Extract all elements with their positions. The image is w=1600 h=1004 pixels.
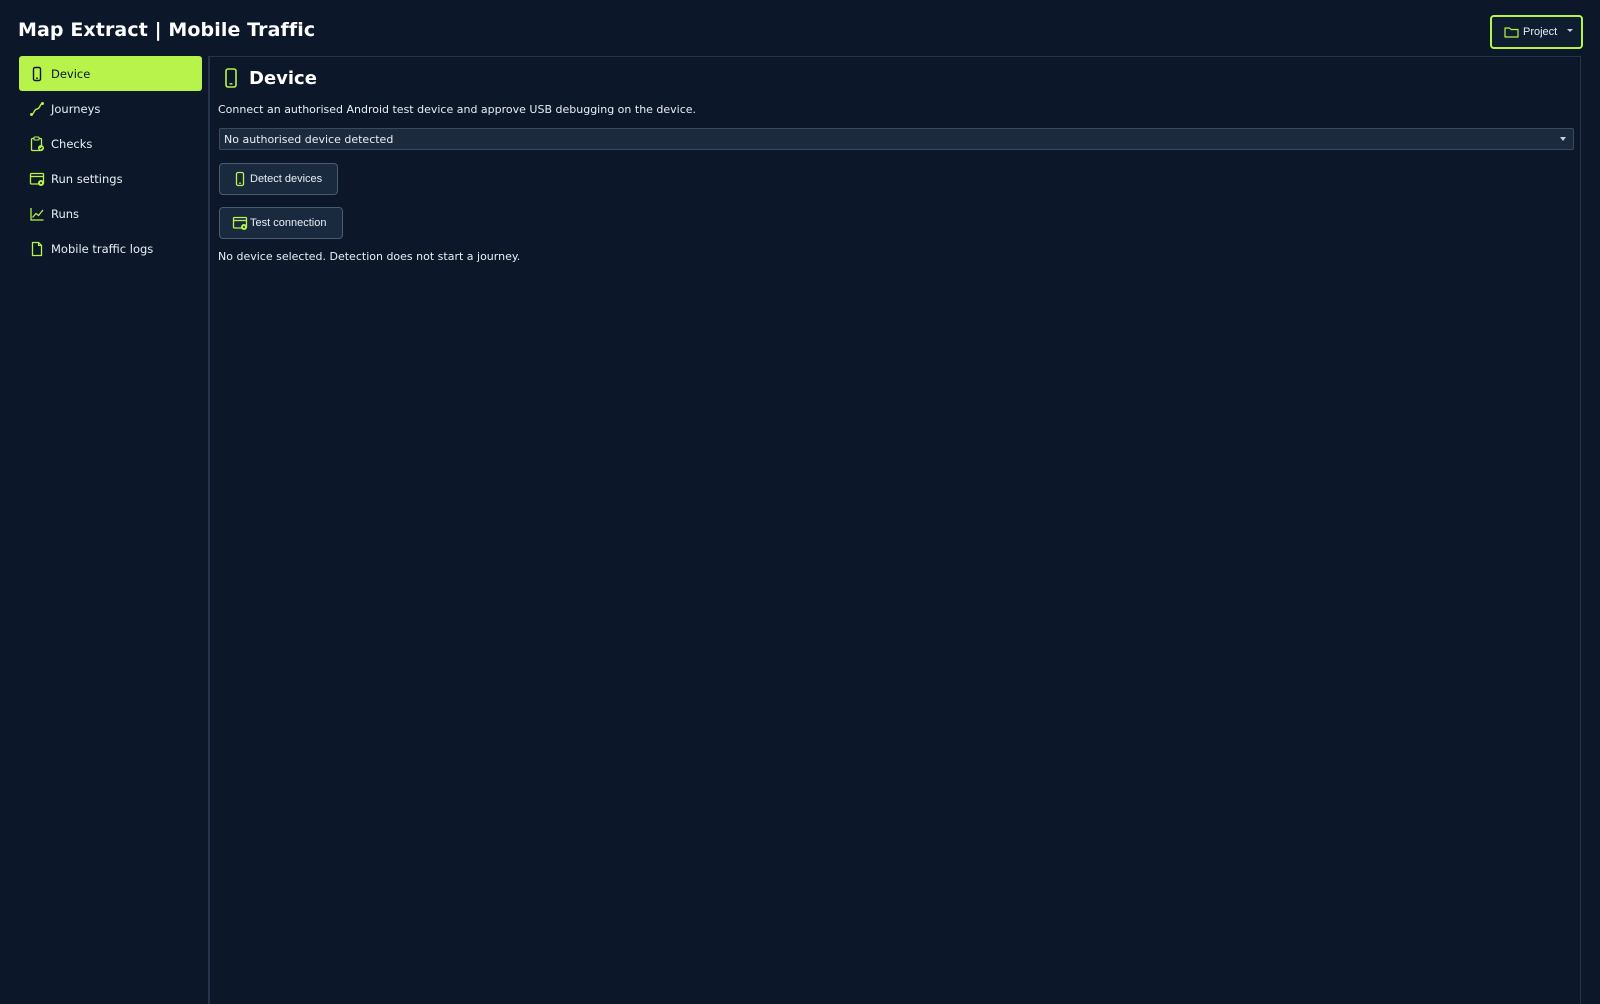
- phone-icon: [32, 66, 42, 81]
- device-select[interactable]: No authorised device detected: [219, 128, 1574, 150]
- project-menu-button[interactable]: Project: [1490, 15, 1583, 49]
- sidebar: Device Journeys Checks Run settings Runs…: [19, 56, 209, 1004]
- route-icon: [30, 101, 44, 116]
- detect-devices-label: Detect devices: [250, 173, 323, 185]
- clipboard-check-icon: [30, 135, 44, 151]
- folder-icon: [1504, 27, 1519, 38]
- detect-devices-button[interactable]: Detect devices: [219, 163, 338, 195]
- status-text: No device selected. Detection does not s…: [218, 250, 521, 263]
- window-settings-icon: [29, 172, 45, 186]
- page-header: Device: [222, 67, 317, 89]
- sidebar-item-mobile-traffic-logs[interactable]: Mobile traffic logs: [19, 231, 202, 266]
- test-connection-label: Test connection: [250, 217, 327, 229]
- sidebar-item-label: Checks: [51, 136, 93, 151]
- sidebar-item-runs[interactable]: Runs: [19, 196, 202, 231]
- sidebar-item-label: Device: [51, 66, 91, 81]
- window-settings-icon: [232, 216, 248, 230]
- test-connection-button[interactable]: Test connection: [219, 207, 343, 239]
- sidebar-item-label: Journeys: [51, 101, 101, 116]
- chevron-down-icon: [1560, 137, 1566, 141]
- sidebar-item-checks[interactable]: Checks: [19, 126, 202, 161]
- sidebar-item-journeys[interactable]: Journeys: [19, 91, 202, 126]
- sidebar-item-label: Run settings: [51, 171, 123, 186]
- project-button-label: Project: [1523, 26, 1558, 38]
- phone-icon: [235, 171, 245, 187]
- page-title: Device: [249, 67, 317, 89]
- sidebar-item-run-settings[interactable]: Run settings: [19, 161, 202, 196]
- sidebar-item-label: Mobile traffic logs: [51, 241, 154, 256]
- chevron-down-icon: [1567, 29, 1573, 32]
- main-panel: Device Connect an authorised Android tes…: [209, 56, 1581, 1004]
- instructions-text: Connect an authorised Android test devic…: [218, 103, 697, 116]
- line-chart-icon: [30, 207, 44, 221]
- sidebar-item-label: Runs: [51, 206, 80, 221]
- device-select-value: No authorised device detected: [224, 132, 394, 146]
- document-icon: [31, 241, 43, 256]
- sidebar-item-device[interactable]: Device: [19, 56, 202, 91]
- app-title: Map Extract | Mobile Traffic: [18, 19, 316, 41]
- phone-icon: [225, 68, 237, 88]
